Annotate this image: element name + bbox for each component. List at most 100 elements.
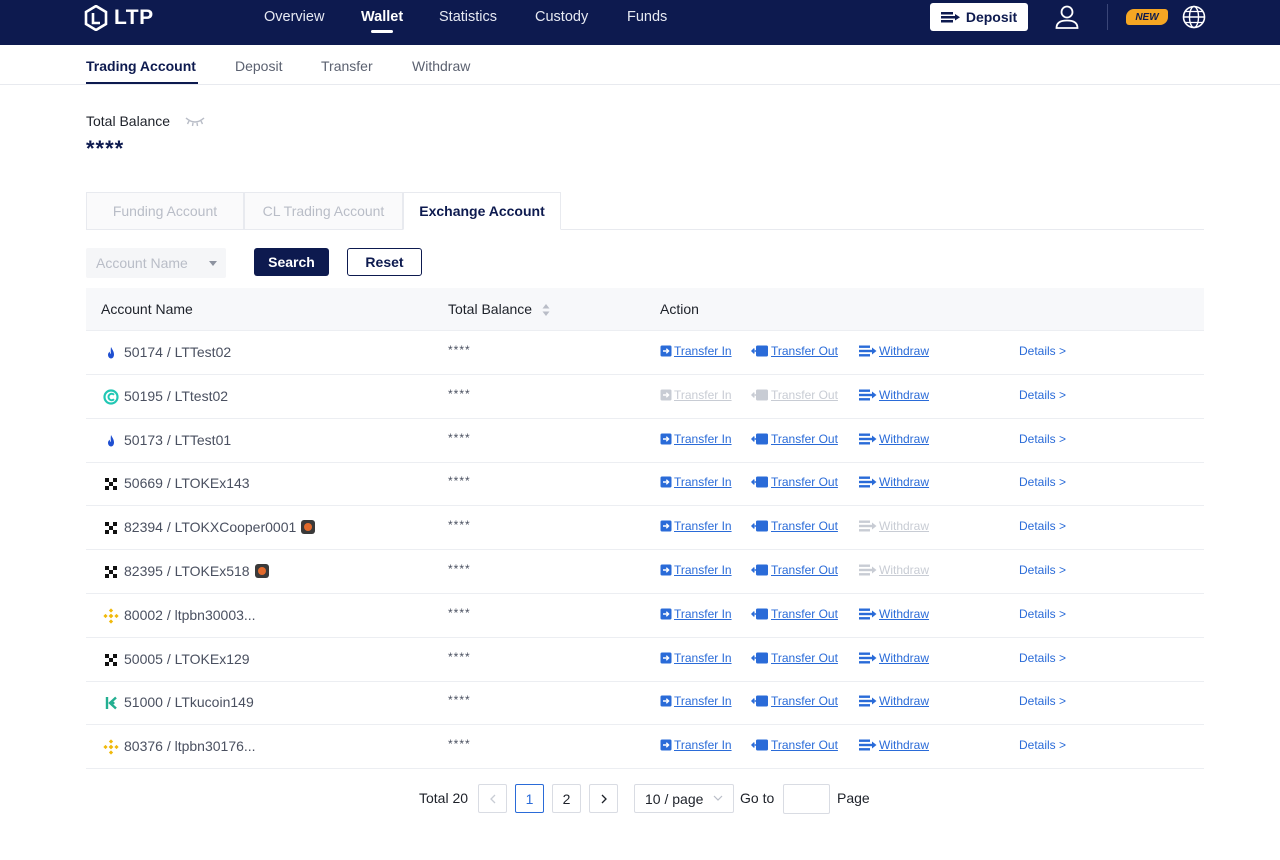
- transfer-out-icon: [751, 433, 769, 445]
- details-link[interactable]: Details >: [1019, 432, 1066, 446]
- col-total-balance[interactable]: Total Balance: [448, 301, 532, 317]
- transfer-out-link[interactable]: Transfer Out: [751, 738, 838, 752]
- details-link[interactable]: Details >: [1019, 388, 1066, 402]
- pagination-prev-button[interactable]: [478, 784, 507, 813]
- withdraw-link[interactable]: Withdraw: [859, 475, 929, 489]
- new-badge[interactable]: NEW: [1126, 9, 1168, 25]
- transfer-out-link[interactable]: Transfer Out: [751, 607, 838, 621]
- account-name[interactable]: 51000 / LTkucoin149: [124, 694, 254, 710]
- details-link[interactable]: Details >: [1019, 475, 1066, 489]
- subtab-trading-account[interactable]: Trading Account: [86, 58, 196, 74]
- transfer-in-label: Transfer In: [674, 563, 732, 577]
- withdraw-link[interactable]: Withdraw: [859, 344, 929, 358]
- deposit-button[interactable]: Deposit: [930, 3, 1028, 31]
- nav-statistics[interactable]: Statistics: [439, 9, 497, 25]
- pagination-page-1[interactable]: 1: [515, 784, 544, 813]
- transfer-out-link[interactable]: Transfer Out: [751, 651, 838, 665]
- details-link[interactable]: Details >: [1019, 694, 1066, 708]
- okx-icon: [103, 564, 119, 580]
- transfer-out-link[interactable]: Transfer Out: [751, 519, 838, 533]
- nav-overview[interactable]: Overview: [264, 9, 324, 25]
- transfer-out-link[interactable]: Transfer Out: [751, 694, 838, 708]
- withdraw-link[interactable]: Withdraw: [859, 738, 929, 752]
- pagination-page-2[interactable]: 2: [552, 784, 581, 813]
- reset-button[interactable]: Reset: [347, 248, 422, 276]
- details-link[interactable]: Details >: [1019, 738, 1066, 752]
- transfer-out-label: Transfer Out: [771, 738, 838, 753]
- account-name[interactable]: 50195 / LTtest02: [124, 388, 228, 404]
- account-tag-icon: [255, 564, 269, 578]
- transfer-in-icon: [660, 389, 672, 401]
- account-balance: ****: [448, 562, 471, 576]
- withdraw-label: Withdraw: [879, 650, 930, 665]
- nav-funds[interactable]: Funds: [627, 9, 667, 25]
- user-icon[interactable]: [1054, 4, 1080, 30]
- transfer-in-link[interactable]: Transfer In: [660, 432, 732, 446]
- account-name-select[interactable]: Account Name: [86, 248, 226, 278]
- account-name[interactable]: 50005 / LTOKEx129: [124, 651, 250, 667]
- withdraw-link[interactable]: Withdraw: [859, 388, 929, 402]
- details-link[interactable]: Details >: [1019, 344, 1066, 358]
- subtab-active-indicator: [86, 82, 198, 84]
- account-name[interactable]: 50174 / LTTest02: [124, 344, 231, 360]
- nav-wallet[interactable]: Wallet: [361, 9, 403, 25]
- transfer-out-link[interactable]: Transfer Out: [751, 475, 838, 489]
- subtab-deposit[interactable]: Deposit: [235, 58, 282, 74]
- subtab-transfer[interactable]: Transfer: [321, 58, 373, 74]
- withdraw-link[interactable]: Withdraw: [859, 694, 929, 708]
- globe-icon[interactable]: [1182, 5, 1206, 29]
- subtab-withdraw[interactable]: Withdraw: [412, 58, 470, 74]
- account-name[interactable]: 50173 / LTTest01: [124, 432, 231, 448]
- goto-page-input[interactable]: [783, 784, 830, 814]
- details-link[interactable]: Details >: [1019, 651, 1066, 665]
- transfer-in-link[interactable]: Transfer In: [660, 344, 732, 358]
- transfer-in-label: Transfer In: [674, 475, 732, 490]
- tab-exchange-account[interactable]: Exchange Account: [403, 192, 561, 230]
- account-balance: ****: [448, 474, 471, 489]
- account-name[interactable]: 80376 / ltpbn30176...: [124, 738, 256, 754]
- transfer-in-link[interactable]: Transfer In: [660, 738, 732, 752]
- page-size-select[interactable]: 10 / page: [634, 784, 734, 813]
- tab-cl-trading-account[interactable]: CL Trading Account: [244, 192, 403, 230]
- transfer-out-link[interactable]: Transfer Out: [751, 563, 838, 577]
- withdraw-label: Withdraw: [879, 475, 930, 490]
- withdraw-link[interactable]: Withdraw: [859, 607, 929, 621]
- eye-hidden-icon[interactable]: [184, 114, 206, 128]
- details-link[interactable]: Details >: [1019, 607, 1066, 621]
- transfer-out-link[interactable]: Transfer Out: [751, 432, 838, 446]
- transfer-in-link[interactable]: Transfer In: [660, 651, 732, 665]
- transfer-in-label: Transfer In: [674, 519, 732, 534]
- nav-custody[interactable]: Custody: [535, 9, 588, 25]
- withdraw-link[interactable]: Withdraw: [859, 432, 929, 446]
- transfer-in-link[interactable]: Transfer In: [660, 694, 732, 708]
- account-name[interactable]: 82395 / LTOKEx518: [124, 563, 250, 579]
- tab-funding-account[interactable]: Funding Account: [86, 192, 244, 230]
- transfer-in-label: Transfer In: [674, 694, 732, 709]
- transfer-in-label: Transfer In: [674, 344, 732, 358]
- transfer-in-link[interactable]: Transfer In: [660, 563, 732, 577]
- transfer-in-link[interactable]: Transfer In: [660, 519, 732, 533]
- account-balance: ****: [448, 649, 471, 664]
- deposit-icon: [940, 12, 960, 23]
- withdraw-link[interactable]: Withdraw: [859, 651, 929, 665]
- transfer-out-icon: [751, 652, 769, 664]
- sort-icon[interactable]: [542, 303, 550, 317]
- account-name[interactable]: 82394 / LTOKXCooper0001: [124, 519, 296, 535]
- details-link[interactable]: Details >: [1019, 519, 1066, 533]
- account-name[interactable]: 80002 / ltpbn30003...: [124, 607, 256, 623]
- pagination-next-button[interactable]: [589, 784, 618, 813]
- chevron-right-icon: [601, 794, 607, 803]
- pagination-total: Total 20: [419, 790, 469, 806]
- transfer-out-label: Transfer Out: [771, 519, 838, 534]
- transfer-out-link[interactable]: Transfer Out: [751, 344, 838, 358]
- transfer-out-icon: [751, 345, 769, 357]
- details-link[interactable]: Details >: [1019, 563, 1066, 577]
- transfer-in-label: Transfer In: [674, 387, 732, 402]
- chevron-down-icon: [713, 795, 723, 801]
- transfer-in-icon: [660, 345, 672, 357]
- search-button[interactable]: Search: [254, 248, 329, 276]
- transfer-in-link[interactable]: Transfer In: [660, 475, 732, 489]
- transfer-in-link[interactable]: Transfer In: [660, 607, 732, 621]
- account-name[interactable]: 50669 / LTOKEx143: [124, 475, 250, 491]
- brand-logo[interactable]: LTP: [84, 4, 154, 32]
